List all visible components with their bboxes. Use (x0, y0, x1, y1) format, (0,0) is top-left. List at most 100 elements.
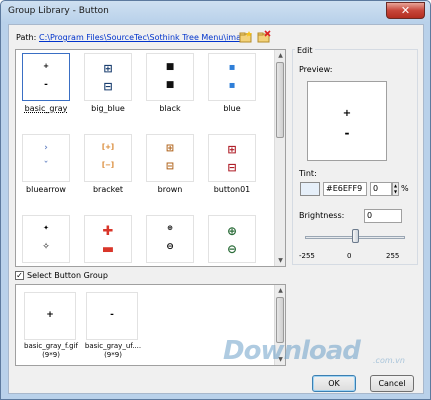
expand-symbol: ⊞ (227, 143, 237, 156)
group-item-label: basic_gray_uf.... (9*9) (84, 342, 142, 359)
group-item[interactable]: + basic_gray_f.gif (9*9) (22, 292, 80, 362)
brightness-mid-label: 0 (347, 252, 352, 260)
brightness-max-label: 255 (386, 252, 400, 260)
dialog-body: Path: C:\Program Files\SourceTec\Sothink… (8, 24, 424, 394)
library-item[interactable]: ⊞ ⊟ button01 (206, 134, 258, 206)
brightness-slider-thumb[interactable] (351, 229, 359, 243)
library-item-thumbnail: + - (22, 53, 70, 101)
library-scrollbar[interactable]: ▲ ▼ (274, 50, 285, 266)
delete-folder-icon[interactable] (257, 30, 271, 44)
group-item-thumbnail: + (24, 292, 76, 340)
library-item[interactable]: ⊕ ⊖ (144, 215, 196, 266)
group-item-symbol: - (110, 310, 114, 320)
expand-symbol: ■ (165, 62, 175, 72)
collapse-symbol: ✧ (42, 242, 50, 252)
library-item-label: blue (223, 104, 241, 113)
library-item[interactable]: ■ ■ black (144, 53, 196, 125)
library-item[interactable]: + - basic_gray (20, 53, 72, 125)
library-item-thumbnail: ✦ ✧ (22, 215, 70, 263)
edit-legend: Edit (295, 46, 315, 55)
collapse-symbol: ⊖ (226, 242, 238, 256)
scroll-up-icon[interactable]: ▲ (275, 285, 286, 296)
scroll-down-icon[interactable]: ▼ (275, 255, 285, 266)
library-item[interactable]: ⊕ ⊖ (206, 215, 258, 266)
group-item-symbol: + (46, 310, 54, 320)
select-group-label: Select Button Group (27, 271, 108, 280)
library-item-thumbnail: [+] [−] (84, 134, 132, 182)
percent-sign: % (401, 184, 409, 193)
preview-label: Preview: (299, 65, 333, 74)
library-item-thumbnail: ⊞ ⊟ (146, 134, 194, 182)
expand-symbol: ✚ (102, 224, 114, 239)
library-item-thumbnail: ✚ ▬ (84, 215, 132, 263)
select-group-checkbox[interactable]: ✓ (15, 271, 24, 280)
brightness-label: Brightness: (299, 211, 345, 220)
library-item-label: button01 (213, 185, 251, 194)
library-item-thumbnail: ■ ■ (146, 53, 194, 101)
expand-symbol: ✦ (43, 224, 49, 232)
dialog-window: Group Library - Button ✕ Path: C:\Progra… (0, 0, 431, 400)
library-item-thumbnail: ⊞ ⊟ (84, 53, 132, 101)
tint-label: Tint: (299, 169, 317, 178)
tint-hex-field[interactable]: #E6EFF9 (323, 182, 367, 196)
library-item-label: basic_gray (24, 104, 68, 113)
collapse-symbol: ■ (165, 80, 175, 90)
collapse-symbol: ▬ (101, 242, 115, 257)
library-item[interactable]: ▪ ▪ blue (206, 53, 258, 125)
preview-plus: + (342, 108, 352, 119)
library-item-thumbnail: ⊕ ⊖ (208, 215, 256, 263)
scroll-up-icon[interactable]: ▲ (275, 50, 285, 61)
group-item-thumbnail: - (86, 292, 138, 340)
title-bar[interactable]: Group Library - Button ✕ (1, 1, 430, 23)
expand-symbol: ⊕ (167, 224, 173, 232)
library-item-thumbnail: ⊕ ⊖ (146, 215, 194, 263)
library-item-thumbnail: ▪ ▪ (208, 53, 256, 101)
library-item-label: black (159, 104, 181, 113)
button-library-list[interactable]: + - basic_gray ⊞ ⊟ big_blue ■ ■ black ▪ ▪ blue › ˇ blu… (15, 49, 286, 267)
tint-color-picker[interactable] (300, 182, 320, 196)
scrollbar-thumb[interactable] (276, 62, 284, 138)
library-item-label: big_blue (91, 104, 125, 113)
collapse-symbol: ⊟ (165, 161, 175, 172)
library-item-thumbnail: › ˇ (22, 134, 70, 182)
collapse-symbol: ⊟ (103, 80, 113, 93)
collapse-symbol: ⊟ (227, 161, 237, 174)
expand-symbol: ▪ (228, 62, 236, 73)
collapse-symbol: ▪ (228, 80, 236, 91)
expand-symbol: ⊞ (165, 143, 175, 154)
collapse-symbol: ⊖ (166, 242, 174, 252)
close-button[interactable]: ✕ (386, 2, 425, 19)
tint-percent-field[interactable]: 0 (370, 182, 392, 196)
library-item-label: bracket (92, 185, 124, 194)
expand-symbol: › (44, 143, 48, 153)
preview-minus: - (344, 126, 350, 140)
watermark-suffix: .com.vn (373, 356, 405, 365)
library-item[interactable]: ✚ ▬ (82, 215, 134, 266)
watermark-logo: Download (223, 336, 361, 366)
library-item[interactable]: ⊞ ⊟ big_blue (82, 53, 134, 125)
group-item[interactable]: - basic_gray_uf.... (9*9) (84, 292, 142, 362)
new-folder-icon[interactable] (239, 30, 253, 44)
collapse-symbol: - (44, 80, 48, 90)
library-item-label: brown (157, 185, 183, 194)
expand-symbol: ⊞ (103, 62, 113, 75)
library-item[interactable]: ✦ ✧ (20, 215, 72, 266)
library-item-thumbnail: ⊞ ⊟ (208, 134, 256, 182)
expand-symbol: [+] (101, 143, 115, 151)
cancel-button[interactable]: Cancel (370, 375, 414, 392)
library-item[interactable]: ⊞ ⊟ brown (144, 134, 196, 206)
collapse-symbol: [−] (101, 161, 115, 169)
library-item[interactable]: [+] [−] bracket (82, 134, 134, 206)
expand-symbol: ⊕ (226, 224, 238, 238)
library-item[interactable]: › ˇ bluearrow (20, 134, 72, 206)
expand-symbol: + (43, 62, 49, 70)
ok-button[interactable]: OK (312, 375, 356, 392)
path-link[interactable]: C:\Program Files\SourceTec\Sothink Tree … (39, 33, 249, 42)
path-label: Path: (16, 33, 37, 42)
window-title: Group Library - Button (8, 6, 109, 16)
brightness-field[interactable]: 0 (364, 209, 402, 223)
collapse-symbol: ˇ (43, 161, 49, 171)
preview-box: + - (307, 81, 387, 161)
library-item-label: bluearrow (26, 185, 66, 194)
tint-percent-spinner[interactable]: ▲ ▼ (392, 182, 399, 196)
